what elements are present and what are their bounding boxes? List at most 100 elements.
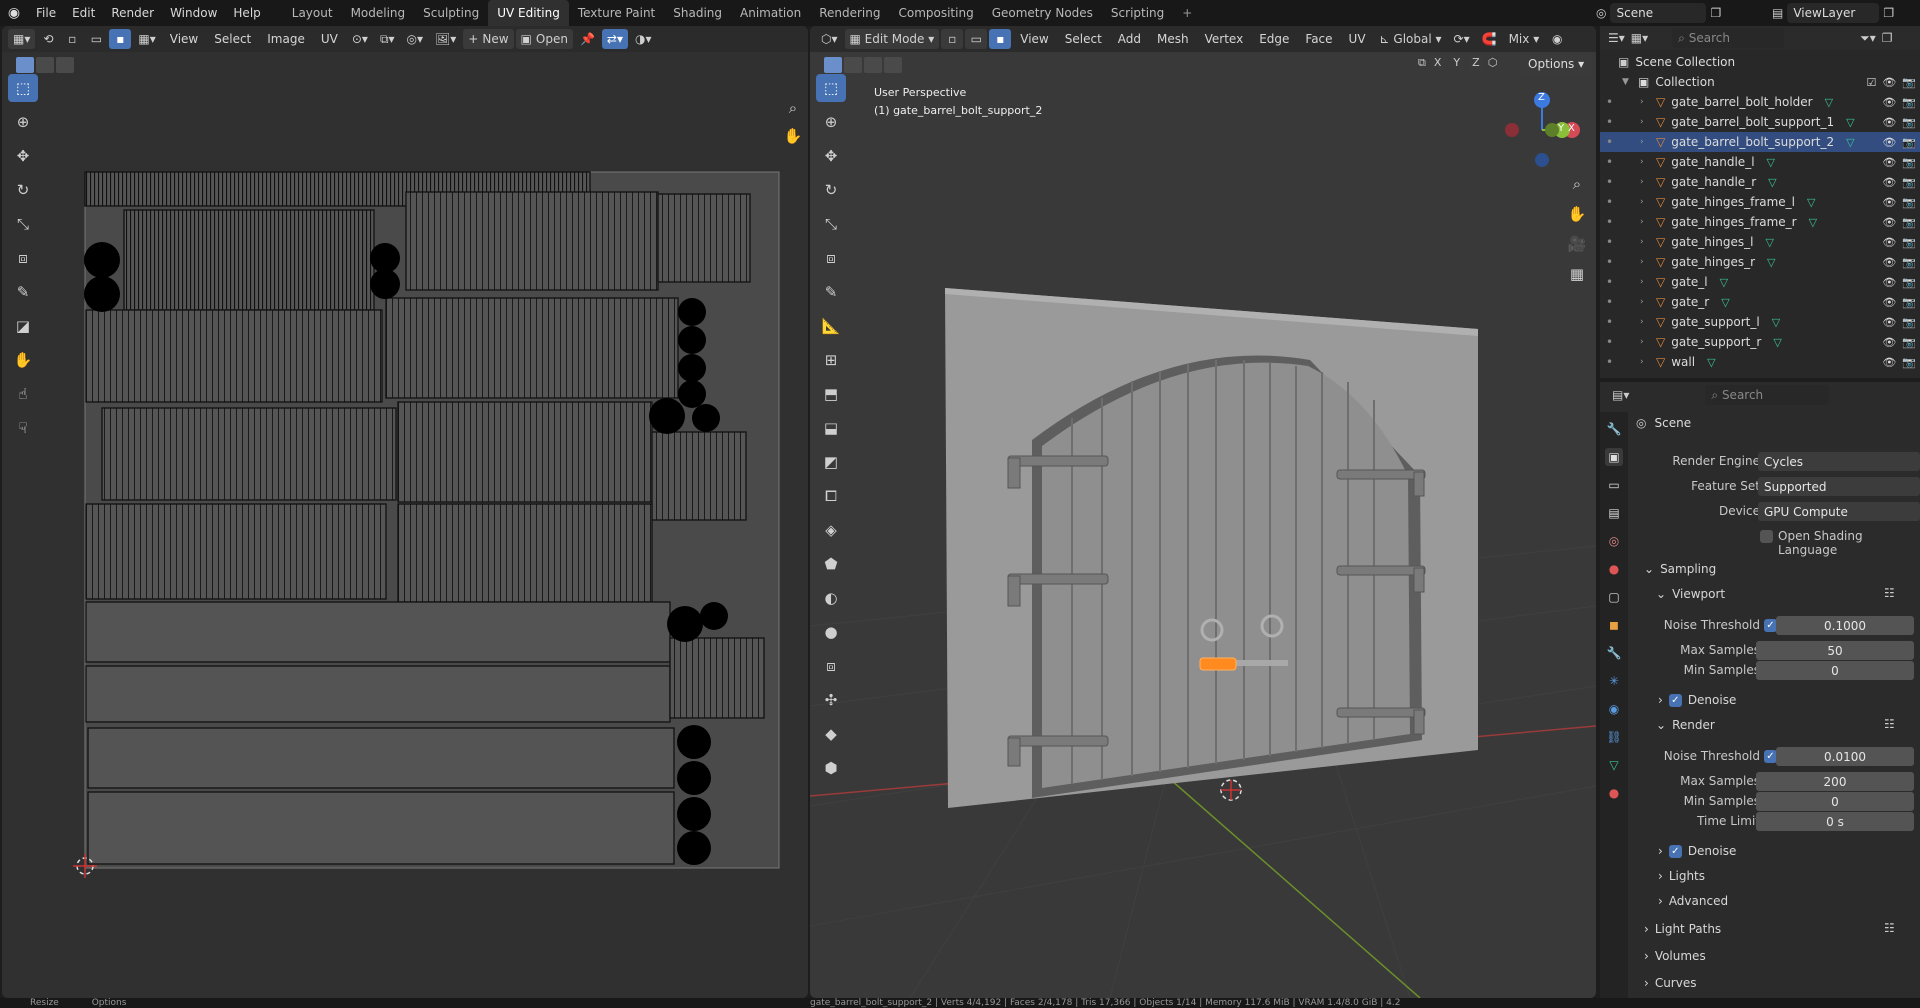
vp-noise-threshold-field[interactable]: 0.1000 — [1776, 616, 1914, 635]
tab-sculpting[interactable]: Sculpting — [414, 0, 488, 26]
outliner-object-row[interactable]: • › ▽ gate_barrel_bolt_support_1 ▽ 👁 📷 — [1600, 112, 1920, 132]
eye-icon[interactable]: 👁 — [1882, 136, 1896, 149]
data-tab-icon[interactable]: ▽ — [1605, 756, 1623, 774]
viewlayer-selector[interactable]: ▤ ViewLayer ❐ — [1772, 2, 1918, 24]
advanced-subpanel[interactable]: › Advanced — [1658, 894, 1728, 908]
tab-compositing[interactable]: Compositing — [889, 0, 982, 26]
scene-selector[interactable]: ◎ Scene ❐ — [1596, 2, 1746, 24]
camera-icon[interactable]: 📷 — [1902, 116, 1916, 129]
object-expand-icon[interactable]: › — [1640, 277, 1650, 287]
new-viewlayer-icon[interactable]: ❐ — [1883, 6, 1894, 20]
viewport-presets-icon[interactable]: ☷ — [1884, 586, 1895, 600]
vp-min-samples-field[interactable]: 0 — [1756, 661, 1914, 680]
camera-icon[interactable]: 📷 — [1902, 236, 1916, 249]
object-expand-icon[interactable]: › — [1640, 157, 1650, 167]
selected-bolt-support[interactable] — [1199, 657, 1237, 671]
tab-scripting[interactable]: Scripting — [1102, 0, 1173, 26]
vp-camera-icon[interactable]: 🎥 — [1562, 230, 1592, 258]
menu-help[interactable]: Help — [225, 0, 268, 26]
tab-rendering[interactable]: Rendering — [810, 0, 889, 26]
eye-icon[interactable]: 👁 — [1882, 196, 1896, 209]
outliner-object-row[interactable]: • › ▽ gate_hinges_frame_r ▽ 👁 📷 — [1600, 212, 1920, 232]
outliner-object-row[interactable]: • › ▽ gate_hinges_l ▽ 👁 📷 — [1600, 232, 1920, 252]
eye-icon[interactable]: 👁 — [1882, 96, 1896, 109]
eye-icon[interactable]: 👁 — [1882, 116, 1896, 129]
osl-checkbox[interactable] — [1760, 530, 1773, 543]
camera-icon[interactable]: 📷 — [1902, 356, 1916, 369]
outliner-object-row[interactable]: • › ▽ gate_handle_r ▽ 👁 📷 — [1600, 172, 1920, 192]
feature-set-dropdown[interactable]: Supported — [1758, 477, 1920, 496]
outliner-object-row[interactable]: • › ▽ gate_support_r ▽ 👁 📷 — [1600, 332, 1920, 352]
physics-tab-icon[interactable]: ◉ — [1605, 700, 1623, 718]
world-tab-icon[interactable]: ● — [1605, 560, 1623, 578]
object-expand-icon[interactable]: › — [1640, 137, 1650, 147]
camera-icon[interactable]: 📷 — [1902, 316, 1916, 329]
object-expand-icon[interactable]: › — [1640, 217, 1650, 227]
tab-shading[interactable]: Shading — [664, 0, 731, 26]
menu-render[interactable]: Render — [103, 0, 162, 26]
scene-name-field[interactable]: Scene — [1610, 3, 1707, 23]
volumes-panel[interactable]: › Volumes — [1644, 949, 1706, 963]
vp-pan-icon[interactable]: ✋ — [1562, 200, 1592, 228]
object-expand-icon[interactable]: › — [1640, 237, 1650, 247]
blender-logo-icon[interactable]: ◉ — [0, 5, 28, 21]
add-workspace-icon[interactable]: + — [1173, 0, 1201, 26]
vp-denoise-checkbox[interactable]: ✓ — [1668, 693, 1682, 707]
render-presets-icon[interactable]: ☷ — [1884, 717, 1895, 731]
properties-search-input[interactable]: ⌕ Search — [1705, 385, 1830, 405]
3d-cursor[interactable] — [1220, 779, 1242, 801]
outliner-collection[interactable]: ▼ ▣ Collection ☑ 👁 📷 — [1600, 72, 1920, 92]
object-expand-icon[interactable]: › — [1640, 257, 1650, 267]
collection-checkbox-icon[interactable]: ☑ — [1866, 76, 1876, 89]
light-paths-presets-icon[interactable]: ☷ — [1884, 921, 1895, 935]
object-expand-icon[interactable]: › — [1640, 297, 1650, 307]
properties-editor-icon[interactable]: ▤▾ — [1612, 388, 1629, 402]
output-tab-icon[interactable]: ▭ — [1605, 476, 1623, 494]
viewport-subpanel-header[interactable]: ⌄ Viewport — [1656, 587, 1725, 601]
object-expand-icon[interactable]: › — [1640, 117, 1650, 127]
new-collection-icon[interactable]: ❐ — [1882, 31, 1893, 45]
viewport-scene[interactable] — [810, 26, 1596, 998]
collection-camera-icon[interactable]: 📷 — [1902, 76, 1916, 89]
tab-modeling[interactable]: Modeling — [342, 0, 415, 26]
menu-edit[interactable]: Edit — [64, 0, 103, 26]
collection-expand-icon[interactable]: ▼ — [1622, 77, 1632, 87]
object-tab-icon[interactable]: ◼ — [1605, 616, 1623, 634]
render-tab-icon[interactable]: ▣ — [1605, 448, 1623, 466]
eye-icon[interactable]: 👁 — [1882, 276, 1896, 289]
render-engine-dropdown[interactable]: Cycles — [1758, 452, 1920, 471]
object-expand-icon[interactable]: › — [1640, 337, 1650, 347]
particles-tab-icon[interactable]: ✳ — [1605, 672, 1623, 690]
outliner-search-input[interactable]: ⌕ Search — [1672, 28, 1785, 48]
eye-icon[interactable]: 👁 — [1882, 296, 1896, 309]
modifier-tab-icon[interactable]: 🔧 — [1605, 644, 1623, 662]
menu-file[interactable]: File — [28, 0, 64, 26]
camera-icon[interactable]: 📷 — [1902, 176, 1916, 189]
eye-icon[interactable]: 👁 — [1882, 236, 1896, 249]
navigation-gizmo[interactable]: Z Y X — [1500, 88, 1584, 172]
menu-window[interactable]: Window — [162, 0, 225, 26]
r-denoise-checkbox[interactable]: ✓ — [1668, 844, 1682, 858]
outliner-object-row[interactable]: • › ▽ gate_r ▽ 👁 📷 — [1600, 292, 1920, 312]
tab-layout[interactable]: Layout — [283, 0, 342, 26]
vp-denoise-subpanel[interactable]: › ✓ Denoise — [1658, 693, 1736, 707]
camera-icon[interactable]: 📷 — [1902, 96, 1916, 109]
object-expand-icon[interactable]: › — [1640, 177, 1650, 187]
collection-tab-icon[interactable]: ▢ — [1605, 588, 1623, 606]
r-max-samples-field[interactable]: 200 — [1756, 772, 1914, 791]
lights-subpanel[interactable]: › Lights — [1658, 869, 1705, 883]
eye-icon[interactable]: 👁 — [1882, 336, 1896, 349]
tab-texture-paint[interactable]: Texture Paint — [569, 0, 664, 26]
collection-eye-icon[interactable]: 👁 — [1882, 76, 1896, 89]
outliner-object-row[interactable]: • › ▽ gate_l ▽ 👁 📷 — [1600, 272, 1920, 292]
sampling-panel-header[interactable]: ⌄ Sampling — [1644, 562, 1716, 576]
vp-max-samples-field[interactable]: 50 — [1756, 641, 1914, 660]
camera-icon[interactable]: 📷 — [1902, 196, 1916, 209]
outliner-editor-icon[interactable]: ☰▾ — [1608, 31, 1625, 45]
object-expand-icon[interactable]: › — [1640, 357, 1650, 367]
object-expand-icon[interactable]: › — [1640, 317, 1650, 327]
eye-icon[interactable]: 👁 — [1882, 216, 1896, 229]
eye-icon[interactable]: 👁 — [1882, 176, 1896, 189]
outliner-object-row[interactable]: • › ▽ gate_hinges_frame_l ▽ 👁 📷 — [1600, 192, 1920, 212]
outliner-object-row[interactable]: • › ▽ wall ▽ 👁 📷 — [1600, 352, 1920, 372]
